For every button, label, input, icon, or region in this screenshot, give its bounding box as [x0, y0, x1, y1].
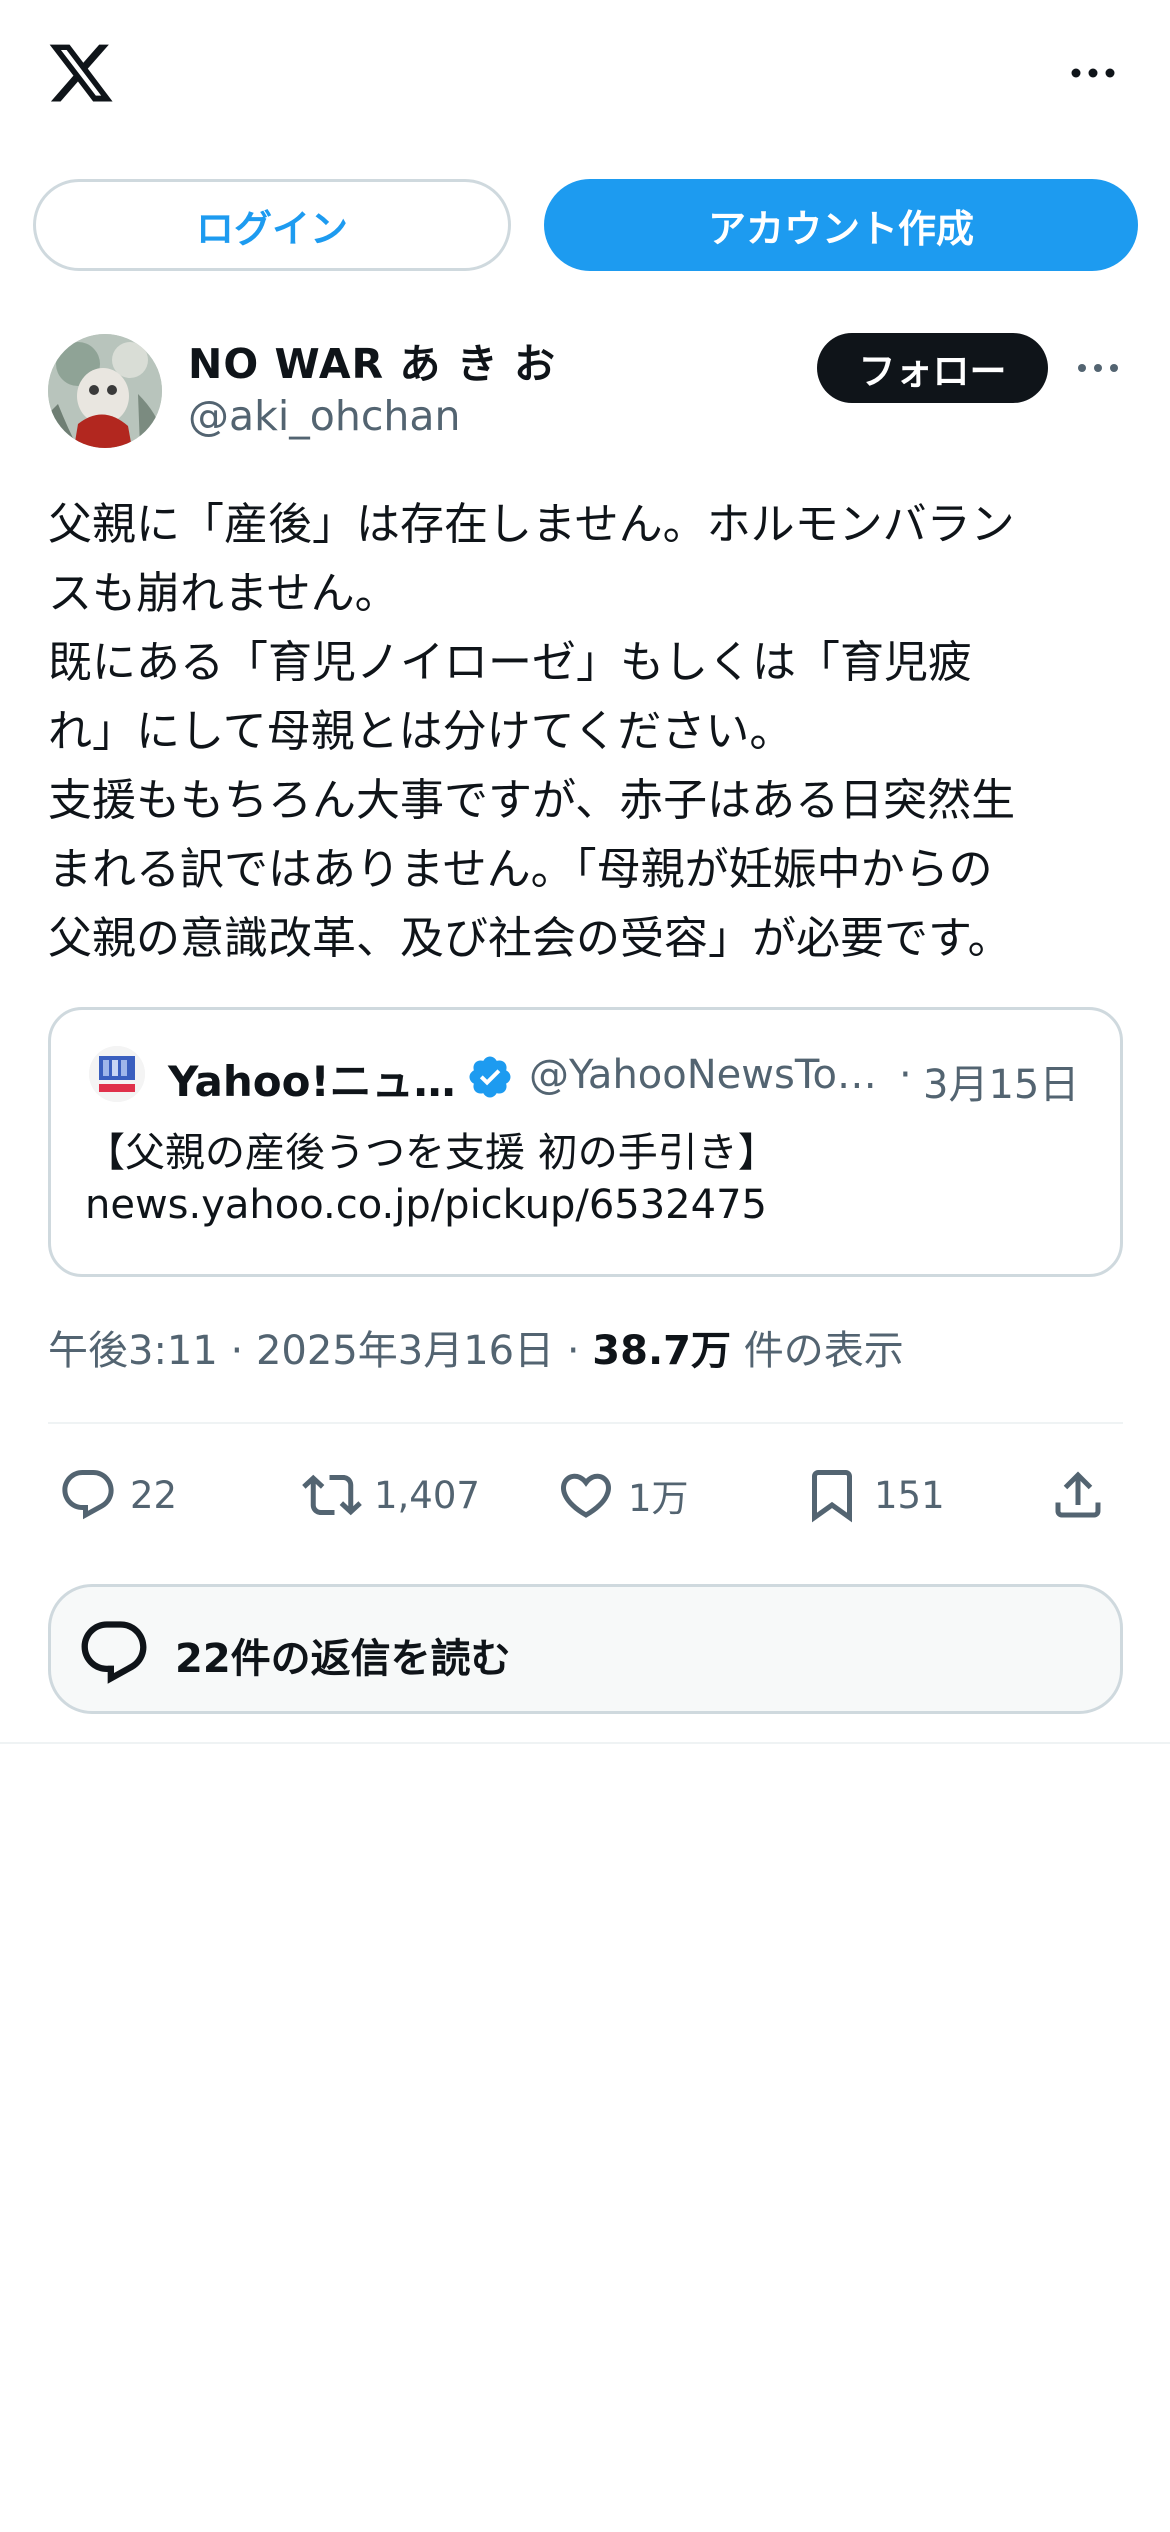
separator-dot: · [899, 1052, 912, 1098]
reply-icon [62, 1470, 114, 1520]
share-button[interactable] [1048, 1450, 1108, 1540]
read-replies-label: 22件の返信を読む [175, 1636, 511, 1682]
more-horizontal-icon[interactable] [1068, 58, 1118, 88]
bookmark-icon [812, 1470, 852, 1523]
bookmark-count: 151 [874, 1473, 945, 1517]
divider [0, 1742, 1170, 1744]
author-name[interactable]: NO WAR あ き お [188, 330, 556, 390]
share-icon [1055, 1471, 1101, 1518]
author-handle[interactable]: @aki_ohchan [188, 392, 460, 440]
repost-button[interactable]: 1,407 [302, 1450, 480, 1540]
auth-buttons: ログイン アカウント作成 [33, 179, 1138, 271]
conversation-icon [81, 1621, 147, 1684]
x-logo-icon[interactable] [46, 38, 116, 108]
separator-dot: · [554, 1328, 593, 1374]
like-button[interactable]: 1万 [556, 1450, 689, 1540]
quoted-date: 3月15日 [923, 1062, 1080, 1108]
login-button[interactable]: ログイン [33, 179, 511, 271]
signup-button[interactable]: アカウント作成 [544, 179, 1138, 271]
separator-dot: · [217, 1328, 256, 1374]
quoted-text-line: 【父親の産後うつを支援 初の手引き】 [85, 1130, 778, 1176]
quoted-post[interactable]: Yahoo!ニュ… @YahooNewsTo… · 3月15日 【父親の産後うつ… [48, 1007, 1123, 1277]
post-text: 父親に「産後」は存在しません。ホルモンバラン スも崩れません。 既にある「育児ノ… [48, 499, 1016, 964]
heart-icon [560, 1473, 612, 1518]
post-meta: 午後3:11 · 2025年3月16日 · 38.7万 件の表示 [48, 1318, 904, 1376]
action-bar: 22 1,407 1万 151 [0, 1450, 1170, 1540]
views-label: 件の表示 [731, 1328, 904, 1374]
quoted-link-text: news.yahoo.co.jp/pickup/6532475 [85, 1182, 767, 1228]
follow-button[interactable]: フォロー [817, 333, 1048, 403]
avatar-image [48, 334, 162, 448]
more-horizontal-icon[interactable] [1076, 355, 1120, 381]
repost-count: 1,407 [374, 1473, 480, 1517]
reply-count: 22 [130, 1473, 178, 1517]
read-replies-button[interactable]: 22件の返信を読む [48, 1584, 1123, 1714]
post-date[interactable]: 2025年3月16日 [256, 1328, 554, 1374]
reply-button[interactable]: 22 [58, 1450, 177, 1540]
quoted-author-handle: @YahooNewsTo… [529, 1052, 877, 1098]
top-bar [0, 0, 1170, 150]
quoted-author-name: Yahoo!ニュ… [168, 1057, 456, 1106]
like-count: 1万 [628, 1477, 689, 1520]
avatar[interactable] [48, 334, 162, 448]
divider [48, 1422, 1123, 1424]
bookmark-button[interactable]: 151 [802, 1450, 945, 1540]
yahoo-logo-icon [89, 1046, 145, 1102]
repost-icon [302, 1474, 362, 1516]
views-count: 38.7万 [592, 1328, 731, 1374]
verified-badge-icon [469, 1056, 511, 1098]
quoted-avatar [89, 1046, 145, 1102]
post-time[interactable]: 午後3:11 [48, 1328, 218, 1374]
